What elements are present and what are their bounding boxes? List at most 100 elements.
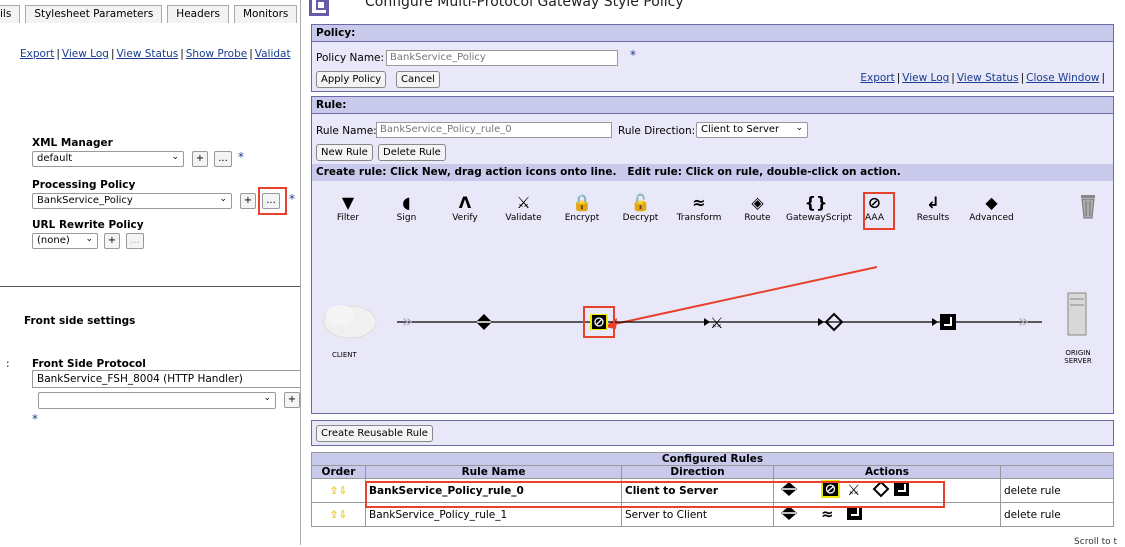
- flow-chevron-icon: »: [1018, 311, 1029, 332]
- palette-label: Sign: [396, 213, 417, 223]
- required-marker: *: [238, 150, 244, 164]
- create-reusable-rule-button[interactable]: Create Reusable Rule: [316, 425, 433, 442]
- processing-policy-label: Processing Policy: [32, 179, 136, 191]
- tab-monitors[interactable]: Monitors: [234, 5, 298, 23]
- chevron-down-icon: ⌄: [219, 194, 227, 204]
- policy-section: Policy: Policy Name: BankService_Policy …: [311, 24, 1114, 92]
- validate-link[interactable]: Validat: [255, 48, 291, 60]
- url-rewrite-edit-button[interactable]: ...: [126, 233, 144, 249]
- chevron-down-icon: ⌄: [171, 152, 179, 162]
- rule-instructions: Create rule: Click New, drag action icon…: [312, 164, 1113, 181]
- encrypt-icon[interactable]: 🔒: [552, 193, 612, 213]
- divider: [0, 286, 300, 287]
- processing-policy-add-button[interactable]: +: [240, 193, 256, 209]
- view-status-link[interactable]: View Status: [116, 48, 178, 60]
- arrow-up-icon[interactable]: ⇧: [330, 485, 339, 497]
- decrypt-icon[interactable]: 🔓: [611, 193, 671, 213]
- palette-advanced[interactable]: ◆ Advanced: [962, 193, 1022, 223]
- view-log-link[interactable]: View Log: [62, 48, 109, 60]
- window-titlebar: Configure Multi-Protocol Gateway Style P…: [301, 0, 1125, 22]
- new-rule-button[interactable]: New Rule: [316, 144, 373, 161]
- trash-icon[interactable]: [1080, 193, 1096, 219]
- delete-rule-link[interactable]: delete rule: [1004, 485, 1061, 497]
- chevron-down-icon: ⌄: [795, 123, 803, 133]
- validate-icon[interactable]: ⚔: [494, 193, 554, 213]
- order-arrows[interactable]: ⇧⇩: [311, 478, 366, 503]
- col-delete: [1000, 465, 1114, 479]
- url-rewrite-add-button[interactable]: +: [104, 233, 120, 249]
- policy-name-input[interactable]: BankService_Policy: [386, 50, 618, 66]
- advanced-icon[interactable]: ◆: [962, 193, 1022, 213]
- show-probe-link[interactable]: Show Probe: [186, 48, 247, 60]
- validate-action-icon[interactable]: ⚔: [710, 314, 723, 332]
- rule-name-input[interactable]: BankService_Policy_rule_0: [376, 122, 612, 138]
- palette-label: Advanced: [969, 213, 1014, 223]
- palette-gatewayscript[interactable]: {} GatewayScript: [786, 193, 852, 223]
- apply-policy-button[interactable]: Apply Policy: [316, 71, 387, 88]
- policy-header: Policy:: [312, 25, 1113, 42]
- url-rewrite-label: URL Rewrite Policy: [32, 219, 144, 231]
- front-side-protocol-select[interactable]: ⌄: [38, 392, 276, 409]
- left-link-bar: Export | View Log | View Status | Show Probe | V…: [20, 48, 291, 60]
- url-rewrite-select[interactable]: (none) ⌄: [32, 233, 98, 249]
- front-side-protocol-list[interactable]: BankService_FSH_8004 (HTTP Handler): [32, 370, 300, 388]
- order-arrows[interactable]: ⇧⇩: [311, 502, 366, 527]
- cloud-puff: [326, 305, 354, 325]
- export-link[interactable]: Export: [20, 48, 54, 60]
- delete-rule-link[interactable]: delete rule: [1004, 509, 1061, 521]
- palette-transform[interactable]: ≈ Transform: [669, 193, 729, 223]
- configured-rules-title: Configured Rules: [311, 452, 1114, 466]
- route-icon[interactable]: ◈: [728, 193, 788, 213]
- tab-stylesheet-parameters[interactable]: Stylesheet Parameters: [25, 5, 163, 23]
- policy-link-bar: Export | View Log | View Status | Close Window…: [860, 72, 1105, 84]
- rule-direction-select[interactable]: Client to Server ⌄: [696, 122, 808, 138]
- xml-manager-select[interactable]: default ⌄: [32, 151, 184, 167]
- filter-icon[interactable]: ▼: [318, 193, 378, 213]
- cancel-button[interactable]: Cancel: [396, 71, 440, 88]
- xml-manager-edit-button[interactable]: ...: [214, 151, 232, 167]
- close-window-link[interactable]: Close Window: [1026, 72, 1099, 84]
- window-icon: [309, 0, 329, 16]
- policy-editor-window: Configure Multi-Protocol Gateway Style P…: [300, 0, 1125, 547]
- tab-details[interactable]: ils: [0, 5, 21, 23]
- results-icon[interactable]: ↲: [903, 193, 963, 213]
- palette-label: Validate: [505, 213, 542, 223]
- delete-rule-button[interactable]: Delete Rule: [378, 144, 446, 161]
- processing-policy-select[interactable]: BankService_Policy ⌄: [32, 193, 232, 209]
- results-action-icon[interactable]: [940, 314, 956, 330]
- palette-label: Results: [916, 213, 950, 223]
- palette-results[interactable]: ↲ Results: [903, 193, 963, 223]
- view-log-link[interactable]: View Log: [902, 72, 949, 84]
- front-side-protocol-add-button[interactable]: +: [284, 392, 300, 408]
- policy-name-label: Policy Name:: [316, 52, 385, 64]
- tab-headers[interactable]: Headers: [167, 5, 229, 23]
- arrow-up-icon[interactable]: ⇧: [330, 509, 339, 521]
- transform-icon[interactable]: ≈: [669, 193, 729, 213]
- sign-icon[interactable]: ◖: [377, 193, 437, 213]
- rule-canvas: » ⚔ »: [323, 266, 1087, 339]
- palette-sign[interactable]: ◖ Sign: [377, 193, 437, 223]
- palette-route[interactable]: ◈ Route: [728, 193, 788, 223]
- xml-manager-add-button[interactable]: +: [192, 151, 208, 167]
- rule-section: Rule: Rule Name: BankService_Policy_rule…: [311, 96, 1114, 414]
- results-action-icon[interactable]: [847, 506, 862, 520]
- required-marker: *: [32, 412, 38, 426]
- highlight-box: [863, 192, 895, 230]
- palette-verify[interactable]: Λ Verify: [435, 193, 495, 223]
- flow-chevron-icon: »: [402, 311, 413, 332]
- col-direction: Direction: [621, 465, 774, 479]
- arrow-down-icon[interactable]: ⇩: [339, 509, 348, 521]
- rule-header: Rule:: [312, 97, 1113, 114]
- export-link[interactable]: Export: [860, 72, 894, 84]
- verify-icon[interactable]: Λ: [435, 193, 495, 213]
- gatewayscript-icon[interactable]: {}: [786, 193, 846, 213]
- palette-decrypt[interactable]: 🔓 Decrypt: [611, 193, 671, 223]
- front-side-settings-heading: Front side settings: [24, 315, 136, 327]
- arrow-down-icon[interactable]: ⇩: [339, 485, 348, 497]
- scroll-to-top-text[interactable]: Scroll to t: [1074, 537, 1117, 547]
- palette-encrypt[interactable]: 🔒 Encrypt: [552, 193, 612, 223]
- view-status-link[interactable]: View Status: [957, 72, 1019, 84]
- colon-text: :: [6, 358, 10, 370]
- palette-validate[interactable]: ⚔ Validate: [494, 193, 554, 223]
- palette-filter[interactable]: ▼ Filter: [318, 193, 378, 223]
